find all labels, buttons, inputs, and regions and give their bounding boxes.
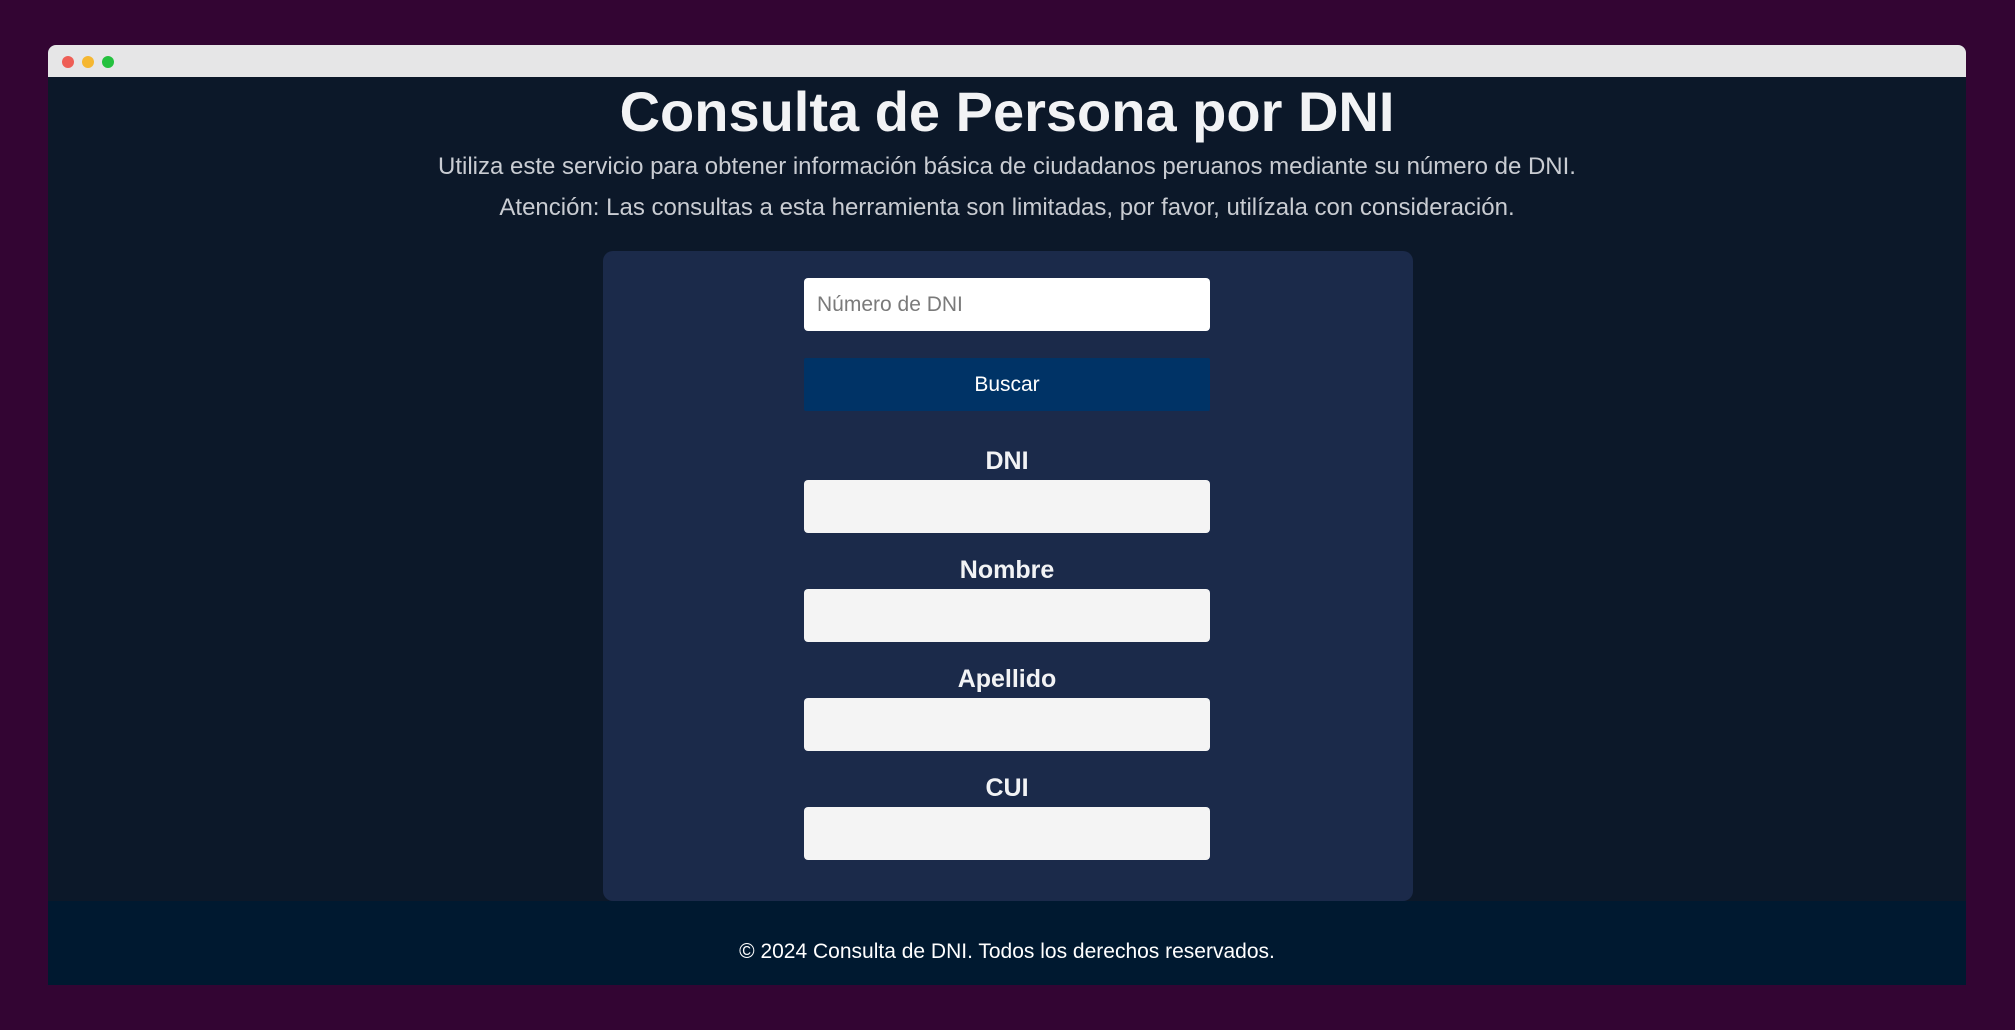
search-card: Buscar DNI Nombre Apellido CUI xyxy=(603,251,1413,901)
window-titlebar xyxy=(48,45,1966,77)
result-label-nombre: Nombre xyxy=(959,556,1055,584)
result-field-nombre[interactable] xyxy=(804,589,1210,642)
dni-search-input[interactable] xyxy=(804,278,1210,331)
browser-window: Consulta de Persona por DNI Utiliza este… xyxy=(48,45,1966,985)
page-content: Consulta de Persona por DNI Utiliza este… xyxy=(48,77,1966,901)
search-button[interactable]: Buscar xyxy=(804,358,1210,411)
result-field-apellido[interactable] xyxy=(804,698,1210,751)
result-label-cui: CUI xyxy=(985,774,1029,802)
maximize-window-icon[interactable] xyxy=(102,56,114,68)
result-field-dni[interactable] xyxy=(804,480,1210,533)
intro-description: Utiliza este servicio para obtener infor… xyxy=(438,153,1576,180)
minimize-window-icon[interactable] xyxy=(82,56,94,68)
page-title: Consulta de Persona por DNI xyxy=(619,80,1395,143)
footer-copyright: © 2024 Consulta de DNI. Todos los derech… xyxy=(739,940,1275,963)
close-window-icon[interactable] xyxy=(62,56,74,68)
result-label-dni: DNI xyxy=(985,447,1029,475)
usage-warning: Atención: Las consultas a esta herramien… xyxy=(499,194,1515,221)
result-label-apellido: Apellido xyxy=(957,665,1057,693)
result-field-cui[interactable] xyxy=(804,807,1210,860)
page-footer: © 2024 Consulta de DNI. Todos los derech… xyxy=(48,901,1966,985)
